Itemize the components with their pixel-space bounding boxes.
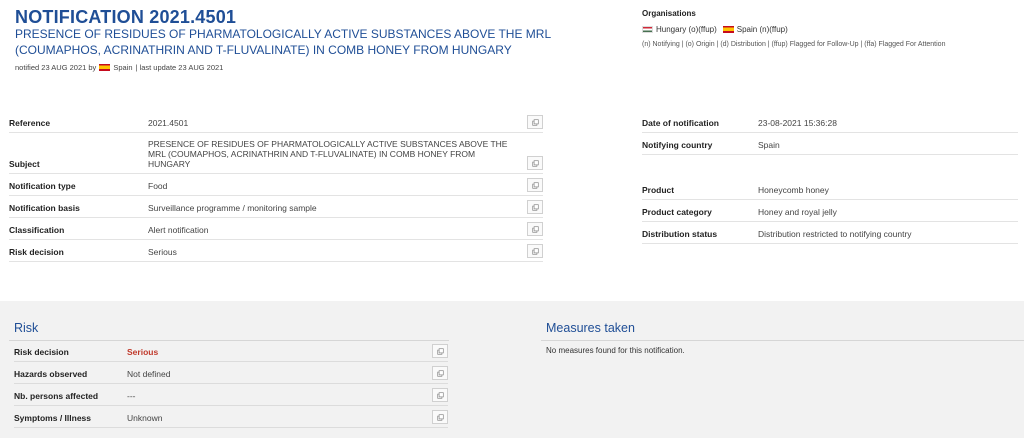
- copy-button[interactable]: [527, 156, 543, 170]
- detail-value: 2021.4501: [148, 118, 189, 128]
- copy-button[interactable]: [527, 115, 543, 129]
- detail-row-risk-decision: Risk decision Serious: [9, 240, 543, 262]
- organisation-label: Spain (n)(ffup): [736, 25, 788, 34]
- copy-icon: [531, 225, 539, 233]
- detail-row-date-of-notification: Date of notification 23-08-2021 15:36:28: [642, 114, 1018, 133]
- detail-label: Classification: [9, 225, 65, 235]
- measures-empty-text: No measures found for this notification.: [546, 346, 685, 355]
- divider: [541, 340, 1024, 341]
- detail-value: Food: [148, 181, 168, 191]
- detail-value: Spain: [758, 140, 780, 150]
- detail-row-subject: Subject PRESENCE OF RESIDUES OF PHARMATO…: [9, 133, 543, 174]
- risk-label: Hazards observed: [14, 369, 88, 379]
- risk-row-hazards-observed: Hazards observed Not defined: [14, 362, 448, 384]
- copy-icon: [436, 391, 444, 399]
- detail-row-notifying-country: Notifying country Spain: [642, 133, 1018, 155]
- risk-label: Risk decision: [14, 347, 69, 357]
- detail-value: 23-08-2021 15:36:28: [758, 118, 837, 128]
- detail-value: PRESENCE OF RESIDUES OF PHARMATOLOGICALL…: [148, 139, 508, 169]
- copy-icon: [531, 181, 539, 189]
- detail-label: Subject: [9, 159, 40, 169]
- last-update: | last update 23 AUG 2021: [135, 63, 224, 72]
- copy-button[interactable]: [527, 178, 543, 192]
- detail-label: Notification type: [9, 181, 76, 191]
- copy-button[interactable]: [527, 200, 543, 214]
- copy-button[interactable]: [432, 388, 448, 402]
- risk-value: Not defined: [127, 369, 171, 379]
- measures-title: Measures taken: [546, 321, 635, 335]
- notified-country: Spain: [113, 63, 133, 72]
- detail-label: Product category: [642, 207, 712, 217]
- copy-button[interactable]: [527, 222, 543, 236]
- detail-row-distribution-status: Distribution status Distribution restric…: [642, 222, 1018, 244]
- copy-button[interactable]: [432, 410, 448, 424]
- risk-value: ---: [127, 391, 136, 401]
- organisations-title: Organisations: [642, 9, 696, 18]
- detail-label: Distribution status: [642, 229, 718, 239]
- copy-button[interactable]: [527, 244, 543, 258]
- hungary-flag-icon: [642, 26, 653, 33]
- copy-icon: [531, 118, 539, 126]
- risk-row-persons-affected: Nb. persons affected ---: [14, 384, 448, 406]
- organisation-item: Hungary (o)(ffup): [642, 25, 717, 34]
- detail-row-product-category: Product category Honey and royal jelly: [642, 200, 1018, 222]
- notified-info: notified 23 AUG 2021 by Spain | last upd…: [15, 63, 223, 72]
- risk-row-risk-decision: Risk decision Serious: [14, 343, 448, 362]
- risk-title: Risk: [14, 321, 39, 335]
- page-title: NOTIFICATION 2021.4501: [15, 7, 237, 27]
- detail-value: Surveillance programme / monitoring samp…: [148, 203, 317, 213]
- details-table-right: Date of notification 23-08-2021 15:36:28…: [642, 114, 1018, 244]
- notified-prefix: notified 23 AUG 2021 by: [15, 63, 97, 72]
- detail-value: Distribution restricted to notifying cou…: [758, 229, 912, 239]
- detail-row-product: Product Honeycomb honey: [642, 155, 1018, 200]
- detail-label: Risk decision: [9, 247, 64, 257]
- detail-row-notification-type: Notification type Food: [9, 174, 543, 196]
- copy-icon: [531, 159, 539, 167]
- copy-icon: [531, 203, 539, 211]
- details-table-left: Reference 2021.4501 Subject PRESENCE OF …: [9, 114, 543, 262]
- spain-flag-icon: [99, 64, 111, 71]
- bottom-section: Risk Measures taken Risk decision Seriou…: [0, 301, 1024, 438]
- detail-label: Notifying country: [642, 140, 713, 150]
- detail-row-classification: Classification Alert notification: [9, 218, 543, 240]
- divider: [9, 340, 449, 341]
- risk-table: Risk decision Serious Hazards observed N…: [14, 343, 448, 428]
- copy-icon: [436, 369, 444, 377]
- risk-label: Nb. persons affected: [14, 391, 99, 401]
- detail-value: Honeycomb honey: [758, 185, 829, 195]
- risk-value: Serious: [127, 347, 159, 357]
- risk-label: Symptoms / Illness: [14, 413, 91, 423]
- risk-value: Unknown: [127, 413, 163, 423]
- organisations-legend: (n) Notifying | (o) Origin | (d) Distrib…: [642, 41, 946, 48]
- page-subtitle: PRESENCE OF RESIDUES OF PHARMATOLOGICALL…: [15, 27, 551, 57]
- detail-label: Product: [642, 185, 675, 195]
- detail-value: Honey and royal jelly: [758, 207, 837, 217]
- detail-value: Serious: [148, 247, 177, 257]
- detail-row-notification-basis: Notification basis Surveillance programm…: [9, 196, 543, 218]
- copy-button[interactable]: [432, 344, 448, 358]
- copy-icon: [531, 247, 539, 255]
- risk-row-symptoms-illness: Symptoms / Illness Unknown: [14, 406, 448, 428]
- detail-label: Date of notification: [642, 118, 719, 128]
- detail-row-reference: Reference 2021.4501: [9, 114, 543, 133]
- copy-button[interactable]: [432, 366, 448, 380]
- copy-icon: [436, 413, 444, 421]
- detail-label: Notification basis: [9, 203, 80, 213]
- copy-icon: [436, 347, 444, 355]
- organisation-item: Spain (n)(ffup): [722, 25, 788, 34]
- organisations-list: Hungary (o)(ffup) Spain (n)(ffup): [642, 25, 945, 34]
- detail-value: Alert notification: [148, 225, 209, 235]
- detail-label: Reference: [9, 118, 51, 128]
- spain-flag-icon: [722, 26, 734, 33]
- organisations-panel: Organisations Hungary (o)(ffup) Spain (n…: [642, 9, 945, 48]
- organisation-label: Hungary (o)(ffup): [656, 25, 717, 34]
